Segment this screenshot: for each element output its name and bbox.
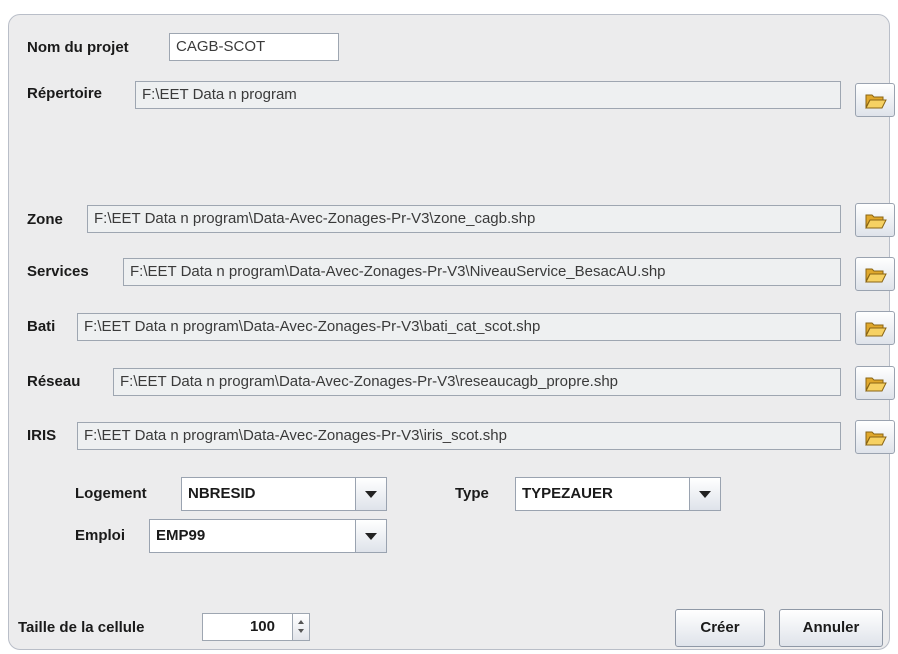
logement-label: Logement <box>75 485 147 502</box>
zone-browse-button[interactable] <box>855 203 895 237</box>
chevron-down-icon[interactable] <box>689 478 720 510</box>
iris-browse-button[interactable] <box>855 420 895 454</box>
project-name-input[interactable]: CAGB-SCOT <box>169 33 339 61</box>
folder-open-icon <box>865 431 887 446</box>
reseau-input[interactable]: F:\EET Data n program\Data-Avec-Zonages-… <box>113 368 841 396</box>
services-label: Services <box>27 263 89 280</box>
type-select[interactable]: TYPEZAUER <box>515 477 721 511</box>
spinner-arrows[interactable] <box>292 614 309 640</box>
folder-open-icon <box>865 214 887 229</box>
chevron-down-icon[interactable] <box>355 520 386 552</box>
zone-input[interactable]: F:\EET Data n program\Data-Avec-Zonages-… <box>87 205 841 233</box>
folder-open-icon <box>865 268 887 283</box>
cancel-button[interactable]: Annuler <box>779 609 883 647</box>
emploi-label: Emploi <box>75 527 126 544</box>
emploi-select[interactable]: EMP99 <box>149 519 387 553</box>
emploi-select-value: EMP99 <box>156 527 206 544</box>
bati-input[interactable]: F:\EET Data n program\Data-Avec-Zonages-… <box>77 313 841 341</box>
services-input[interactable]: F:\EET Data n program\Data-Avec-Zonages-… <box>123 258 841 286</box>
create-button[interactable]: Créer <box>675 609 765 647</box>
cell-size-label: Taille de la cellule <box>18 619 145 636</box>
dialog-panel: Nom du projet CAGB-SCOT Répertoire F:\EE… <box>8 14 895 650</box>
spinner-up-icon[interactable] <box>298 620 304 624</box>
cell-size-value: 100 <box>249 618 275 635</box>
reseau-browse-button[interactable] <box>855 366 895 400</box>
directory-input[interactable]: F:\EET Data n program <box>135 81 841 109</box>
spinner-down-icon[interactable] <box>298 629 304 633</box>
chevron-down-icon[interactable] <box>355 478 386 510</box>
bati-label: Bati <box>27 318 56 335</box>
services-browse-button[interactable] <box>855 257 895 291</box>
zone-label: Zone <box>27 211 63 228</box>
type-select-value: TYPEZAUER <box>522 485 613 502</box>
iris-label: IRIS <box>27 427 57 444</box>
folder-open-icon <box>865 377 887 392</box>
directory-label: Répertoire <box>27 85 103 102</box>
bati-browse-button[interactable] <box>855 311 895 345</box>
project-name-label: Nom du projet <box>27 39 129 56</box>
type-label: Type <box>455 485 489 502</box>
iris-input[interactable]: F:\EET Data n program\Data-Avec-Zonages-… <box>77 422 841 450</box>
reseau-label: Réseau <box>27 373 81 390</box>
folder-open-icon <box>865 94 887 109</box>
folder-open-icon <box>865 322 887 337</box>
directory-browse-button[interactable] <box>855 83 895 117</box>
logement-select[interactable]: NBRESID <box>181 477 387 511</box>
logement-select-value: NBRESID <box>188 485 256 502</box>
cell-size-spinner[interactable]: 100 <box>202 613 310 641</box>
